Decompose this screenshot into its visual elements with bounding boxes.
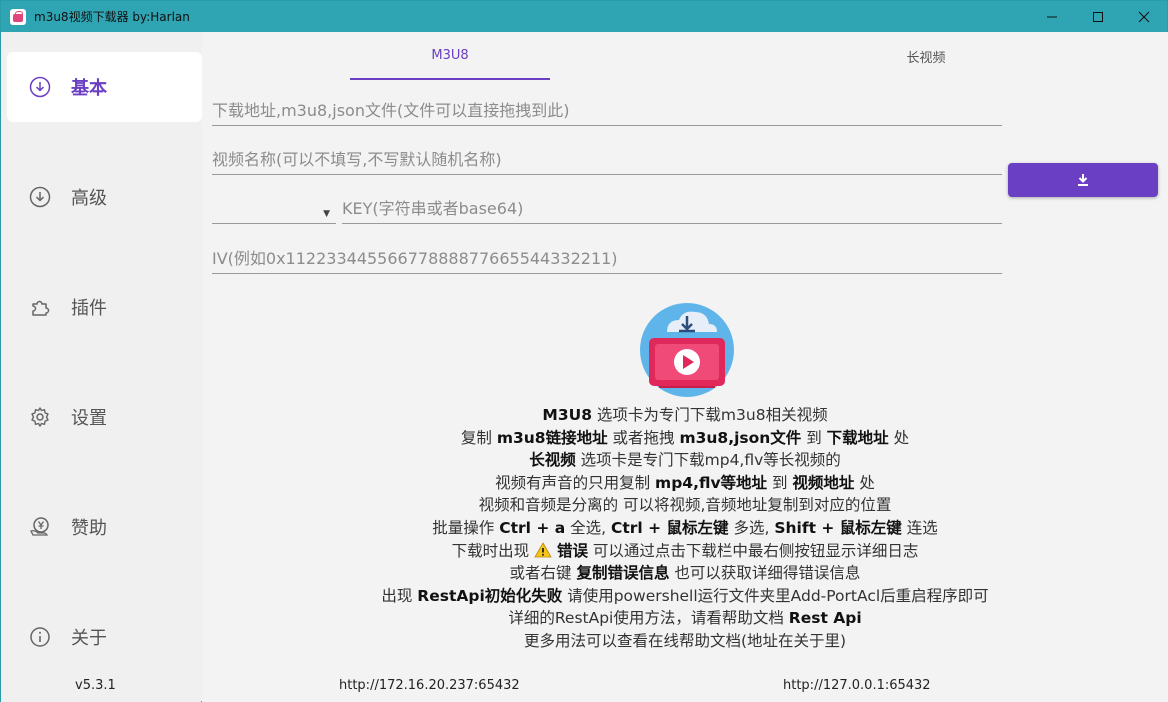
download-url-placeholder: 下载地址,m3u8,json文件(文件可以直接拖拽到此) (212, 101, 570, 120)
gear-icon (29, 406, 51, 428)
local-network-address[interactable]: http://172.16.20.237:65432 (339, 678, 520, 693)
download-button[interactable] (1008, 163, 1158, 197)
encryption-method-select[interactable]: ▼ (212, 194, 336, 224)
download-circle-icon (29, 76, 51, 98)
window-title: m3u8视频下载器 by:Harlan (34, 10, 190, 24)
minimize-icon (1047, 16, 1057, 17)
sidebar-item-label: 高级 (71, 188, 107, 209)
sidebar-item-label: 关于 (71, 628, 107, 649)
download-circle-icon (29, 186, 51, 208)
maximize-button[interactable] (1075, 1, 1121, 32)
help-line: 复制 m3u8链接地址 或者拖拽 m3u8,json文件 到 下载地址 处 (460, 428, 910, 447)
video-download-illustration (639, 302, 735, 398)
help-line: 更多用法可以查看在线帮助文档(地址在关于里) (523, 631, 847, 650)
download-icon (1078, 174, 1088, 186)
maximize-icon (1093, 11, 1103, 22)
info-icon (29, 626, 51, 648)
puzzle-icon (29, 296, 51, 318)
sidebar-item-label: 设置 (71, 408, 107, 429)
version-label: v5.3.1 (75, 678, 116, 693)
iv-field[interactable]: IV(例如0x11223344556677888877665544332211) (212, 244, 1002, 274)
sidebar-item-label: 赞助 (71, 518, 107, 539)
caret-down-icon: ▼ (323, 209, 330, 219)
app-window: m3u8视频下载器 by:Harlan 基本 高级 插件 设置 赞助 关于 v5… (0, 0, 1168, 702)
tab-long-video[interactable]: 长视频 (826, 32, 1026, 80)
help-line: 出现 RestApi初始化失败 请使用powershell运行文件夹里Add-P… (381, 586, 989, 605)
minimize-button[interactable] (1029, 1, 1075, 32)
yen-hand-icon (29, 516, 51, 538)
help-line: 批量操作 Ctrl + a 全选, Ctrl + 鼠标左键 多选, Shift … (432, 518, 938, 537)
help-line: 详细的RestApi使用方法，请看帮助文档 Rest Api (508, 609, 862, 628)
key-field[interactable]: KEY(字符串或者base64) (342, 194, 1002, 224)
sidebar-item-advanced[interactable]: 高级 (7, 162, 202, 232)
help-text: M3U8 选项卡为专门下载m3u8相关视频 复制 m3u8链接地址 或者拖拽 m… (202, 404, 1168, 653)
help-line: 长视频 选项卡是专门下载mp4,flv等长视频的 (529, 451, 841, 470)
sidebar-item-plugins[interactable]: 插件 (7, 272, 202, 342)
sidebar-item-about[interactable]: 关于 (7, 602, 202, 672)
warning-icon (534, 541, 552, 557)
key-placeholder: KEY(字符串或者base64) (342, 199, 524, 218)
help-line: 视频有声音的只用复制 mp4,flv等地址 到 视频地址 处 (495, 473, 875, 492)
sidebar-item-settings[interactable]: 设置 (7, 382, 202, 452)
sidebar-item-label: 基本 (71, 78, 107, 99)
sidebar-item-label: 插件 (71, 298, 107, 319)
help-line: 视频和音频是分离的 可以将视频,音频地址复制到对应的位置 (478, 496, 892, 515)
app-logo-icon (10, 8, 26, 25)
tab-m3u8[interactable]: M3U8 (350, 32, 550, 80)
help-line: 或者右键 复制错误信息 也可以获取详细得错误信息 (509, 564, 861, 583)
video-name-placeholder: 视频名称(可以不填写,不写默认随机名称) (212, 150, 502, 169)
sidebar: 基本 高级 插件 设置 赞助 关于 v5.3.1 (1, 32, 202, 702)
sidebar-item-sponsor[interactable]: 赞助 (7, 492, 202, 562)
close-button[interactable] (1121, 1, 1167, 32)
help-line: 下载时出现 错误 可以通过点击下载栏中最右侧按钮显示详细日志 (451, 541, 919, 560)
loopback-address[interactable]: http://127.0.0.1:65432 (783, 678, 931, 693)
iv-placeholder: IV(例如0x11223344556677888877665544332211) (212, 249, 618, 268)
close-icon (1138, 11, 1150, 22)
window-controls (1029, 1, 1167, 32)
video-name-field[interactable]: 视频名称(可以不填写,不写默认随机名称) (212, 145, 1002, 175)
help-line: M3U8 选项卡为专门下载m3u8相关视频 (542, 406, 828, 424)
download-url-field[interactable]: 下载地址,m3u8,json文件(文件可以直接拖拽到此) (212, 96, 1002, 126)
sidebar-item-basic[interactable]: 基本 (7, 52, 202, 122)
main-panel: M3U8 长视频 下载地址,m3u8,json文件(文件可以直接拖拽到此) 视频… (202, 32, 1168, 702)
title-bar[interactable]: m3u8视频下载器 by:Harlan (1, 1, 1167, 32)
